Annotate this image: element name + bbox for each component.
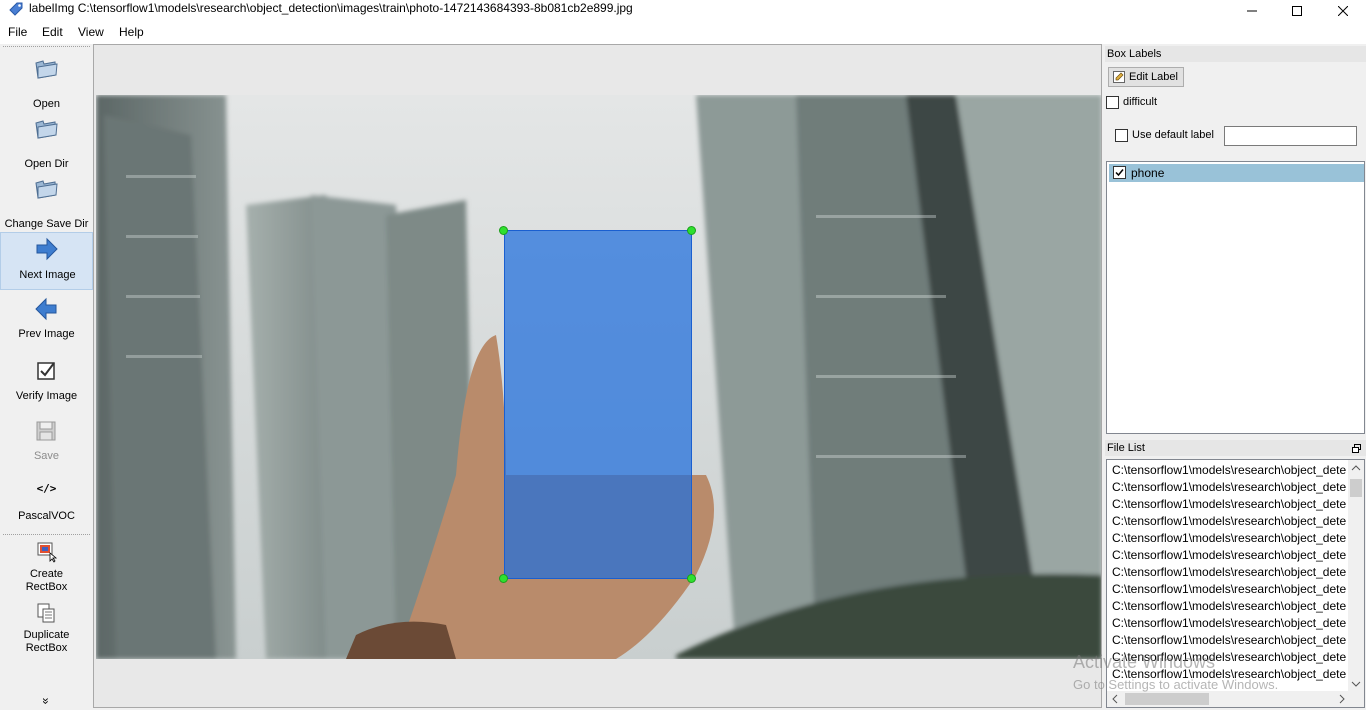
bbox-handle-top-left[interactable] (499, 226, 508, 235)
default-label-input[interactable] (1224, 126, 1357, 146)
maximize-icon (1292, 6, 1302, 16)
folder-open-icon (35, 120, 58, 139)
file-list-header: File List (1105, 440, 1366, 456)
float-dock-icon[interactable] (1352, 444, 1361, 453)
create-rectbox-label-line1: Create (29, 568, 64, 580)
file-list-item[interactable]: C:\tensorflow1\models\research\object_de… (1112, 548, 1350, 565)
prev-image-label: Prev Image (18, 328, 75, 340)
file-list-item[interactable]: C:\tensorflow1\models\research\object_de… (1112, 633, 1350, 650)
file-list-item[interactable]: C:\tensorflow1\models\research\object_de… (1112, 514, 1350, 531)
bbox-handle-bottom-right[interactable] (687, 574, 696, 583)
scrollbar-thumb[interactable] (1125, 693, 1209, 705)
floppy-disk-icon (36, 421, 56, 441)
file-list-horizontal-scrollbar[interactable] (1107, 691, 1350, 707)
minimize-icon (1247, 10, 1257, 12)
file-list-item[interactable]: C:\tensorflow1\models\research\object_de… (1112, 599, 1350, 616)
file-list-item[interactable]: C:\tensorflow1\models\research\object_de… (1112, 531, 1350, 548)
activate-windows-subtext: Go to Settings to activate Windows. (1073, 677, 1279, 692)
minimize-button[interactable] (1229, 0, 1275, 22)
verify-image-button[interactable]: Verify Image (0, 356, 93, 412)
folder-open-icon (35, 180, 58, 199)
toolbar-more-button[interactable]: » (39, 696, 53, 706)
file-list-item[interactable]: C:\tensorflow1\models\research\object_de… (1112, 480, 1350, 497)
use-default-label-text: Use default label (1132, 129, 1214, 141)
toolbar-separator (3, 46, 90, 47)
format-toggle-button[interactable]: </> PascalVOC (0, 476, 93, 528)
code-icon: </> (36, 482, 57, 495)
difficult-checkbox[interactable] (1106, 96, 1119, 109)
duplicate-rectbox-label-line1: Duplicate (23, 629, 70, 641)
menu-view[interactable]: View (78, 25, 104, 39)
chevron-down-icon[interactable] (1348, 678, 1364, 690)
toolbar-separator (3, 534, 90, 535)
label-name: phone (1131, 166, 1165, 180)
scrollbar-thumb[interactable] (1350, 479, 1362, 497)
annotated-photo (96, 95, 1101, 659)
open-button[interactable]: Open (0, 52, 93, 110)
create-rectbox-label-line2: RectBox (25, 581, 68, 593)
duplicate-rectbox-button[interactable]: Duplicate RectBox (0, 600, 93, 656)
arrow-left-icon (35, 297, 57, 321)
save-label: Save (33, 450, 60, 462)
file-list-item[interactable]: C:\tensorflow1\models\research\object_de… (1112, 497, 1350, 514)
activate-windows-watermark: Activate Windows (1073, 652, 1216, 672)
file-list-item[interactable]: C:\tensorflow1\models\research\object_de… (1112, 582, 1350, 599)
chevron-left-icon[interactable] (1109, 691, 1121, 707)
file-list-item[interactable]: C:\tensorflow1\models\research\object_de… (1112, 616, 1350, 633)
menu-help[interactable]: Help (119, 25, 144, 39)
image-canvas[interactable] (93, 44, 1102, 708)
bbox-handle-bottom-left[interactable] (499, 574, 508, 583)
chevron-up-icon[interactable] (1348, 462, 1364, 474)
labelimg-app-icon (9, 2, 23, 16)
left-toolbar: Open Open Dir Change Save Dir Next Image… (0, 44, 93, 710)
change-save-dir-label: Change Save Dir (4, 218, 89, 230)
close-icon (1338, 6, 1348, 16)
checkbox-check-icon (37, 362, 55, 380)
arrow-right-icon (36, 237, 58, 261)
difficult-label: difficult (1123, 96, 1158, 108)
verify-image-label: Verify Image (15, 390, 78, 402)
bounding-box-phone[interactable] (504, 230, 692, 579)
folder-open-icon (35, 60, 58, 79)
chevron-right-icon[interactable] (1336, 691, 1348, 707)
copy-icon (37, 603, 55, 623)
window-title: labelImg C:\tensorflow1\models\research\… (29, 1, 633, 15)
box-labels-title: Box Labels (1107, 48, 1162, 60)
open-dir-button[interactable]: Open Dir (0, 112, 93, 170)
close-button[interactable] (1320, 0, 1366, 22)
menu-edit[interactable]: Edit (42, 25, 63, 39)
edit-label-text: Edit Label (1129, 71, 1178, 83)
box-labels-header: Box Labels (1105, 46, 1366, 62)
pencil-icon (1113, 71, 1125, 83)
title-bar: labelImg C:\tensorflow1\models\research\… (0, 0, 1366, 22)
create-rectbox-button[interactable]: Create RectBox (0, 539, 93, 595)
file-list-title: File List (1107, 442, 1145, 454)
change-save-dir-button[interactable]: Change Save Dir (0, 172, 93, 230)
file-list-item[interactable]: C:\tensorflow1\models\research\object_de… (1112, 463, 1350, 480)
edit-label-button[interactable]: Edit Label (1108, 67, 1184, 87)
open-label: Open (33, 98, 60, 110)
draw-rectangle-icon (37, 542, 58, 563)
next-image-button[interactable]: Next Image (0, 232, 93, 290)
save-button[interactable]: Save (0, 416, 93, 472)
label-list[interactable]: phone (1106, 161, 1365, 434)
bbox-handle-top-right[interactable] (687, 226, 696, 235)
menu-bar: File Edit View Help (0, 22, 1366, 44)
check-icon (1115, 169, 1124, 177)
next-image-label: Next Image (19, 269, 76, 281)
file-list-vertical-scrollbar[interactable] (1348, 460, 1364, 692)
use-default-label-checkbox[interactable] (1115, 129, 1128, 142)
format-label: PascalVOC (18, 510, 75, 522)
maximize-button[interactable] (1274, 0, 1320, 22)
menu-file[interactable]: File (8, 25, 27, 39)
open-dir-label: Open Dir (24, 158, 69, 170)
duplicate-rectbox-label-line2: RectBox (25, 642, 68, 654)
file-list-item[interactable]: C:\tensorflow1\models\research\object_de… (1112, 565, 1350, 582)
scrollbar-corner (1348, 691, 1364, 707)
label-visible-checkbox[interactable] (1113, 166, 1126, 179)
label-list-item[interactable]: phone (1109, 164, 1364, 182)
prev-image-button[interactable]: Prev Image (0, 294, 93, 350)
